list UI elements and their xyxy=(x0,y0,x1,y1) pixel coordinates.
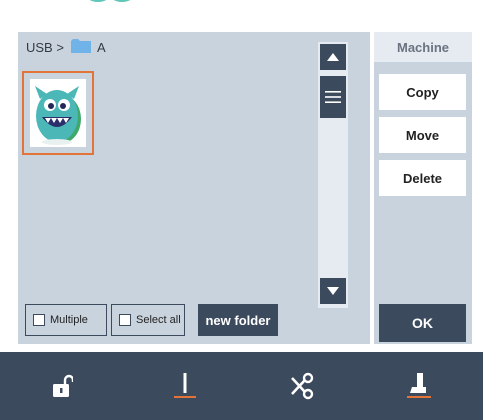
needle-button[interactable] xyxy=(168,369,202,403)
tab-machine[interactable]: Machine xyxy=(374,32,472,62)
presser-foot-button[interactable] xyxy=(402,369,436,403)
multiple-label: Multiple xyxy=(50,314,88,326)
new-folder-button[interactable]: new folder xyxy=(198,304,278,336)
unlock-button[interactable] xyxy=(45,369,79,403)
folder-icon xyxy=(70,39,91,53)
file-thumbnail-selected[interactable] xyxy=(22,71,94,155)
triangle-up-icon xyxy=(327,53,339,61)
unlock-icon xyxy=(53,374,73,397)
thread-cutter-button[interactable] xyxy=(285,369,319,403)
scroll-down-button[interactable] xyxy=(320,278,346,304)
multiple-checkbox[interactable]: Multiple xyxy=(25,304,107,336)
menu-icon xyxy=(325,91,341,103)
delete-button[interactable]: Delete xyxy=(379,160,466,196)
needle-icon xyxy=(174,373,196,398)
select-all-label: Select all xyxy=(136,314,181,326)
copy-button[interactable]: Copy xyxy=(379,74,466,110)
scroll-up-button[interactable] xyxy=(320,44,346,70)
monster-icon xyxy=(35,86,81,145)
scissors-icon xyxy=(291,372,314,400)
bottom-toolbar xyxy=(0,352,483,420)
presser-foot-icon xyxy=(407,373,431,398)
top-strip xyxy=(0,0,483,32)
logo-peek-icon xyxy=(89,0,131,2)
breadcrumb-folder[interactable]: A xyxy=(97,40,106,55)
scroll-handle[interactable] xyxy=(320,76,346,118)
select-all-checkbox[interactable]: Select all xyxy=(111,304,185,336)
move-button[interactable]: Move xyxy=(379,117,466,153)
checkbox-icon xyxy=(119,314,131,326)
monster-thumbnail xyxy=(30,79,86,147)
triangle-down-icon xyxy=(327,287,339,295)
ok-button[interactable]: OK xyxy=(379,304,466,342)
breadcrumb-usb[interactable]: USB > xyxy=(26,40,64,55)
checkbox-icon xyxy=(33,314,45,326)
